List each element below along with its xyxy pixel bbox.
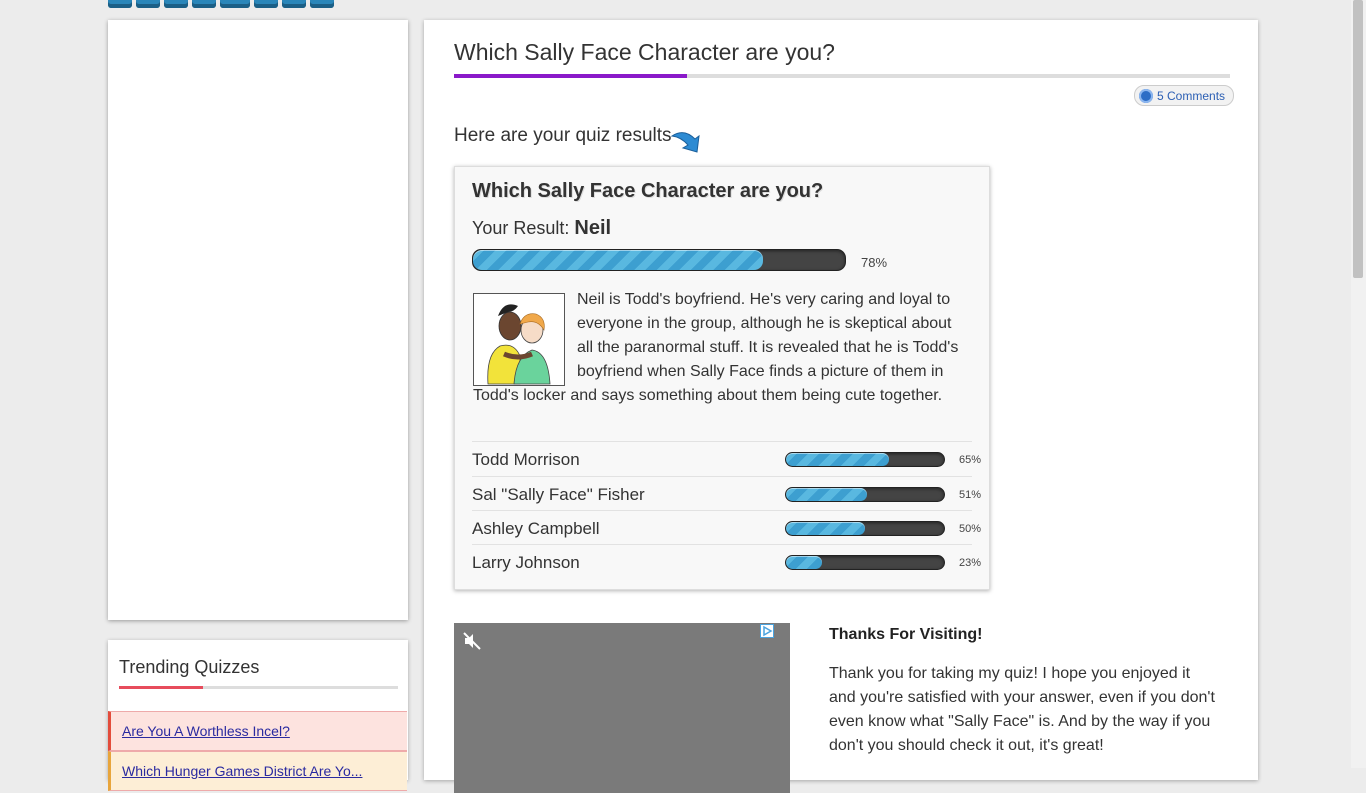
other-result-bar — [785, 555, 945, 570]
result-progress-fill — [473, 250, 764, 270]
comments-button[interactable]: 5 Comments — [1134, 85, 1235, 106]
trending-link[interactable]: Which Hunger Games District Are Yo... — [122, 763, 362, 779]
thanks-text: Thank you for taking my quiz! I hope you… — [829, 665, 1215, 754]
comments-label: 5 Comments — [1157, 88, 1226, 103]
main-content-panel: Which Sally Face Character are you? 5 Co… — [424, 20, 1258, 793]
trending-title-underline — [119, 686, 398, 689]
muted-speaker-icon[interactable] — [462, 631, 482, 651]
curved-arrow-down-icon — [670, 132, 700, 153]
quiz-result-card: Which Sally Face Character are you? Your… — [454, 166, 990, 590]
result-name: Neil — [574, 217, 612, 239]
other-result-percent: 23% — [959, 557, 982, 569]
results-heading: Here are your quiz results — [454, 125, 672, 146]
site-logo[interactable] — [108, 0, 334, 8]
other-result-fill — [786, 453, 889, 466]
result-card-title: Which Sally Face Character are you? — [472, 180, 824, 202]
other-result-bar — [785, 521, 945, 536]
result-description: Neil is Todd's boyfriend. He's very cari… — [473, 288, 967, 408]
page-title: Which Sally Face Character are you? — [454, 39, 835, 65]
other-result-name: Larry Johnson — [472, 553, 580, 572]
title-underline — [454, 74, 1230, 78]
result-progress-bar — [472, 249, 846, 271]
other-result-name: Sal "Sally Face" Fisher — [472, 485, 645, 504]
result-percent: 78% — [861, 255, 888, 270]
other-result-name: Todd Morrison — [472, 450, 580, 469]
other-result-percent: 51% — [959, 489, 982, 501]
speech-bubble-icon — [1139, 88, 1153, 103]
trending-quizzes-panel: Trending Quizzes Are You A Worthless Inc… — [108, 640, 408, 791]
trending-item[interactable]: Are You A Worthless Incel? — [108, 711, 407, 751]
other-result-bar — [785, 452, 945, 467]
trending-link[interactable]: Are You A Worthless Incel? — [122, 723, 290, 739]
adchoices-icon[interactable] — [760, 624, 774, 638]
thanks-title: Thanks For Visiting! — [829, 626, 983, 643]
other-result-row: Ashley Campbell 50% — [472, 510, 981, 545]
your-result: Your Result: Neil — [472, 217, 611, 240]
other-result-row: Todd Morrison 65% — [472, 441, 981, 476]
other-result-row: Sal "Sally Face" Fisher 51% — [472, 476, 981, 511]
other-result-percent: 65% — [959, 454, 982, 466]
page-scrollbar[interactable] — [1351, 0, 1366, 768]
scrollbar-thumb[interactable] — [1353, 0, 1363, 278]
result-prefix: Your Result: — [472, 218, 570, 238]
other-result-bar — [785, 487, 945, 502]
trending-item[interactable]: Which Hunger Games District Are Yo... — [108, 751, 407, 791]
other-result-row: Larry Johnson 23% — [472, 544, 981, 579]
other-result-fill — [786, 488, 867, 501]
other-result-fill — [786, 556, 823, 569]
other-result-fill — [786, 522, 865, 535]
trending-title: Trending Quizzes — [119, 657, 260, 677]
sidebar-ad-slot — [108, 20, 408, 620]
other-result-name: Ashley Campbell — [472, 519, 600, 538]
other-result-percent: 50% — [959, 523, 982, 535]
